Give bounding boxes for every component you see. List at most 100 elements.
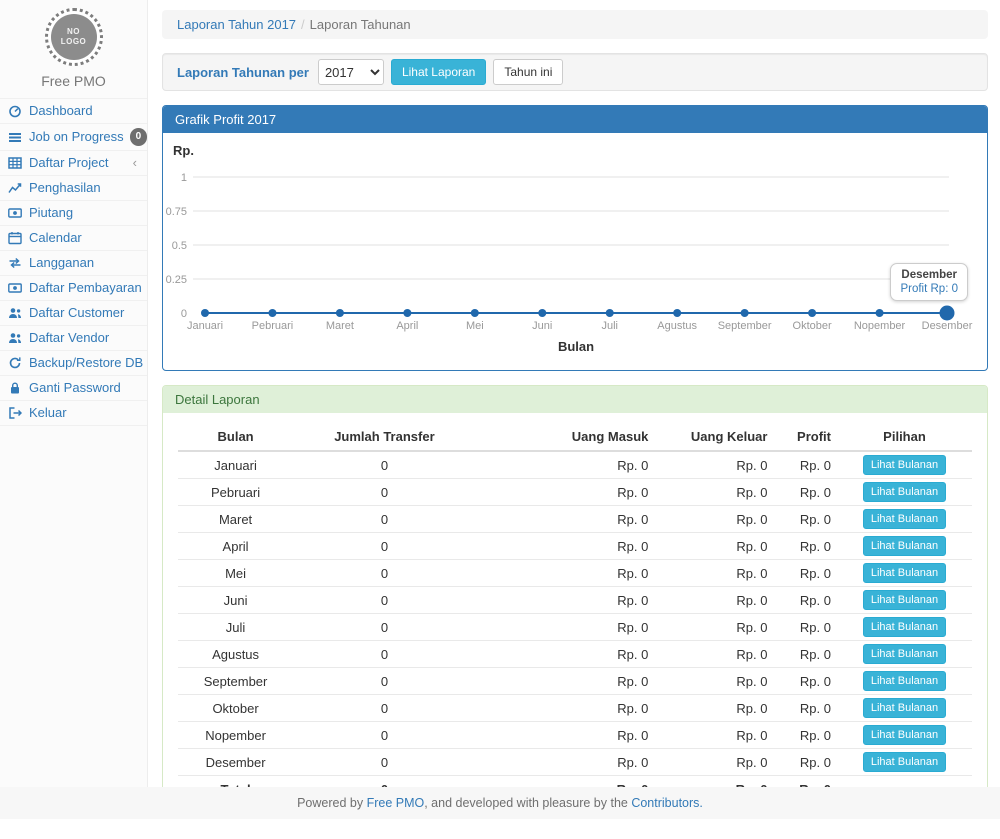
lihat-bulanan-button[interactable]: Lihat Bulanan	[863, 644, 946, 664]
breadcrumb-current: Laporan Tahunan	[310, 17, 411, 32]
sidebar-item-langganan[interactable]: Langganan	[0, 251, 147, 276]
year-select[interactable]: 2017	[318, 59, 384, 85]
table-row: Agustus0Rp. 0Rp. 0Rp. 0Lihat Bulanan	[178, 641, 972, 668]
sidebar-item-label: Job on Progress	[29, 129, 124, 145]
cell-uang-keluar: Rp. 0	[654, 587, 773, 614]
lihat-bulanan-button[interactable]: Lihat Bulanan	[863, 671, 946, 691]
profit-line-chart: Rp. Desember Profit Rp: 0 00.250.50.751J…	[163, 133, 987, 370]
cell-jumlah-transfer: 0	[293, 722, 476, 749]
sidebar-item-calendar[interactable]: Calendar	[0, 226, 147, 251]
svg-text:Maret: Maret	[326, 320, 354, 332]
sidebar-item-daftar-vendor[interactable]: Daftar Vendor	[0, 326, 147, 351]
cell-pilihan: Lihat Bulanan	[837, 587, 972, 614]
cell-uang-keluar: Rp. 0	[654, 722, 773, 749]
sidebar-item-piutang[interactable]: Piutang	[0, 201, 147, 226]
cell-jumlah-transfer: 0	[293, 560, 476, 587]
sidebar-item-daftar-customer[interactable]: Daftar Customer	[0, 301, 147, 326]
col-header-profit: Profit	[773, 423, 837, 451]
footer: Powered by Free PMO, and developed with …	[0, 787, 1000, 819]
cell-jumlah-transfer: 0	[293, 506, 476, 533]
cell-jumlah-transfer: 0	[293, 533, 476, 560]
cell-pilihan: Lihat Bulanan	[837, 695, 972, 722]
cell-bulan: Pebruari	[178, 479, 293, 506]
lihat-bulanan-button[interactable]: Lihat Bulanan	[863, 590, 946, 610]
lihat-bulanan-button[interactable]: Lihat Bulanan	[863, 617, 946, 637]
svg-text:April: April	[396, 320, 418, 332]
cell-pilihan: Lihat Bulanan	[837, 749, 972, 776]
sidebar-item-label: Daftar Vendor	[29, 330, 141, 346]
table-row: Nopember0Rp. 0Rp. 0Rp. 0Lihat Bulanan	[178, 722, 972, 749]
cell-jumlah-transfer: 0	[293, 587, 476, 614]
lihat-bulanan-button[interactable]: Lihat Bulanan	[863, 725, 946, 745]
chart-line-icon	[8, 181, 23, 195]
detail-panel-title: Detail Laporan	[163, 386, 987, 413]
sidebar-item-dashboard[interactable]: Dashboard	[0, 99, 147, 124]
tooltip-month: Desember	[900, 269, 958, 281]
cell-bulan: Juni	[178, 587, 293, 614]
sidebar-item-label: Daftar Pembayaran	[29, 280, 142, 296]
svg-text:0.75: 0.75	[166, 206, 187, 218]
lihat-bulanan-button[interactable]: Lihat Bulanan	[863, 698, 946, 718]
lihat-bulanan-button[interactable]: Lihat Bulanan	[863, 482, 946, 502]
tahun-ini-button[interactable]: Tahun ini	[493, 59, 563, 85]
lihat-bulanan-button[interactable]: Lihat Bulanan	[863, 536, 946, 556]
cell-bulan: Oktober	[178, 695, 293, 722]
cell-pilihan: Lihat Bulanan	[837, 533, 972, 560]
svg-text:Januari: Januari	[187, 320, 223, 332]
tasks-icon	[8, 130, 23, 144]
sidebar-item-job-on-progress[interactable]: Job on Progress0	[0, 124, 147, 151]
sidebar: NO LOGO Free PMO DashboardJob on Progres…	[0, 0, 148, 787]
col-header-pilihan: Pilihan	[837, 423, 972, 451]
sidebar-item-ganti-password[interactable]: Ganti Password	[0, 376, 147, 401]
cell-jumlah-transfer: 0	[293, 614, 476, 641]
table-row: Mei0Rp. 0Rp. 0Rp. 0Lihat Bulanan	[178, 560, 972, 587]
table-icon	[8, 156, 23, 170]
lihat-bulanan-button[interactable]: Lihat Bulanan	[863, 563, 946, 583]
lihat-laporan-button[interactable]: Lihat Laporan	[391, 59, 486, 85]
main-content: Laporan Tahun 2017/Laporan Tahunan Lapor…	[162, 0, 988, 839]
lihat-bulanan-button[interactable]: Lihat Bulanan	[863, 455, 946, 475]
sidebar-item-daftar-pembayaran[interactable]: Daftar Pembayaran	[0, 276, 147, 301]
sidebar-item-label: Keluar	[29, 405, 141, 421]
sidebar-item-backup-restore-db[interactable]: Backup/Restore DB	[0, 351, 147, 376]
cell-profit: Rp. 0	[773, 533, 837, 560]
table-row: Januari0Rp. 0Rp. 0Rp. 0Lihat Bulanan	[178, 451, 972, 479]
sidebar-item-daftar-project[interactable]: Daftar Project‹	[0, 151, 147, 176]
svg-text:1: 1	[181, 172, 187, 184]
cell-jumlah-transfer: 0	[293, 479, 476, 506]
chart-panel-title: Grafik Profit 2017	[163, 106, 987, 133]
free-pmo-link[interactable]: Free PMO	[367, 796, 425, 810]
cell-bulan: Agustus	[178, 641, 293, 668]
cell-bulan: Nopember	[178, 722, 293, 749]
cell-jumlah-transfer: 0	[293, 451, 476, 479]
cell-uang-masuk: Rp. 0	[476, 695, 655, 722]
breadcrumb-separator: /	[301, 17, 305, 32]
sidebar-item-label: Dashboard	[29, 103, 141, 119]
cell-jumlah-transfer: 0	[293, 749, 476, 776]
lihat-bulanan-button[interactable]: Lihat Bulanan	[863, 509, 946, 529]
sidebar-item-label: Penghasilan	[29, 180, 141, 196]
users-icon	[8, 331, 23, 345]
cell-pilihan: Lihat Bulanan	[837, 722, 972, 749]
profit-chart-panel: Grafik Profit 2017 Rp. Desember Profit R…	[162, 105, 988, 371]
table-row: Juli0Rp. 0Rp. 0Rp. 0Lihat Bulanan	[178, 614, 972, 641]
col-header-jumlah-transfer: Jumlah Transfer	[293, 423, 476, 451]
svg-text:Agustus: Agustus	[657, 320, 697, 332]
no-logo-badge: NO LOGO	[45, 8, 103, 66]
breadcrumb-link-laporan-tahun[interactable]: Laporan Tahun 2017	[177, 17, 296, 32]
svg-text:September: September	[718, 320, 772, 332]
users-icon	[8, 306, 23, 320]
cell-pilihan: Lihat Bulanan	[837, 614, 972, 641]
lihat-bulanan-button[interactable]: Lihat Bulanan	[863, 752, 946, 772]
contributors-link[interactable]: Contributors.	[631, 796, 703, 810]
chevron-left-icon: ‹	[133, 155, 137, 171]
sidebar-item-keluar[interactable]: Keluar	[0, 401, 147, 426]
detail-laporan-panel: Detail Laporan Bulan Jumlah Transfer Uan…	[162, 385, 988, 817]
cell-uang-masuk: Rp. 0	[476, 668, 655, 695]
cell-uang-keluar: Rp. 0	[654, 641, 773, 668]
svg-text:0.25: 0.25	[166, 274, 187, 286]
table-row: Desember0Rp. 0Rp. 0Rp. 0Lihat Bulanan	[178, 749, 972, 776]
sidebar-item-penghasilan[interactable]: Penghasilan	[0, 176, 147, 201]
sign-out-icon	[8, 406, 23, 420]
svg-text:Bulan: Bulan	[558, 339, 594, 354]
